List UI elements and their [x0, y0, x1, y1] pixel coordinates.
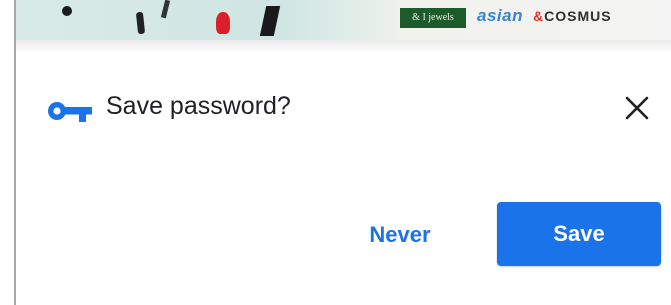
banner-figure	[62, 6, 72, 16]
key-icon	[48, 102, 92, 122]
banner-figure	[259, 6, 281, 36]
save-button[interactable]: Save	[497, 202, 661, 266]
close-icon[interactable]	[624, 95, 650, 121]
ad-banner: & I jewels asian &COSMUS	[16, 0, 671, 40]
never-button[interactable]: Never	[348, 206, 452, 264]
jewels-logo: & I jewels	[400, 8, 466, 28]
banner-shadow	[16, 40, 671, 53]
banner-figure	[135, 11, 146, 35]
cosmus-logo-text: COSMUS	[544, 8, 612, 24]
banner-figure	[160, 0, 171, 19]
cosmus-logo-amp: &	[533, 8, 545, 24]
asian-logo: asian	[477, 6, 523, 25]
banner-figure	[216, 12, 230, 34]
cosmus-logo: &COSMUS	[533, 8, 612, 24]
dialog-title: Save password?	[106, 92, 291, 120]
